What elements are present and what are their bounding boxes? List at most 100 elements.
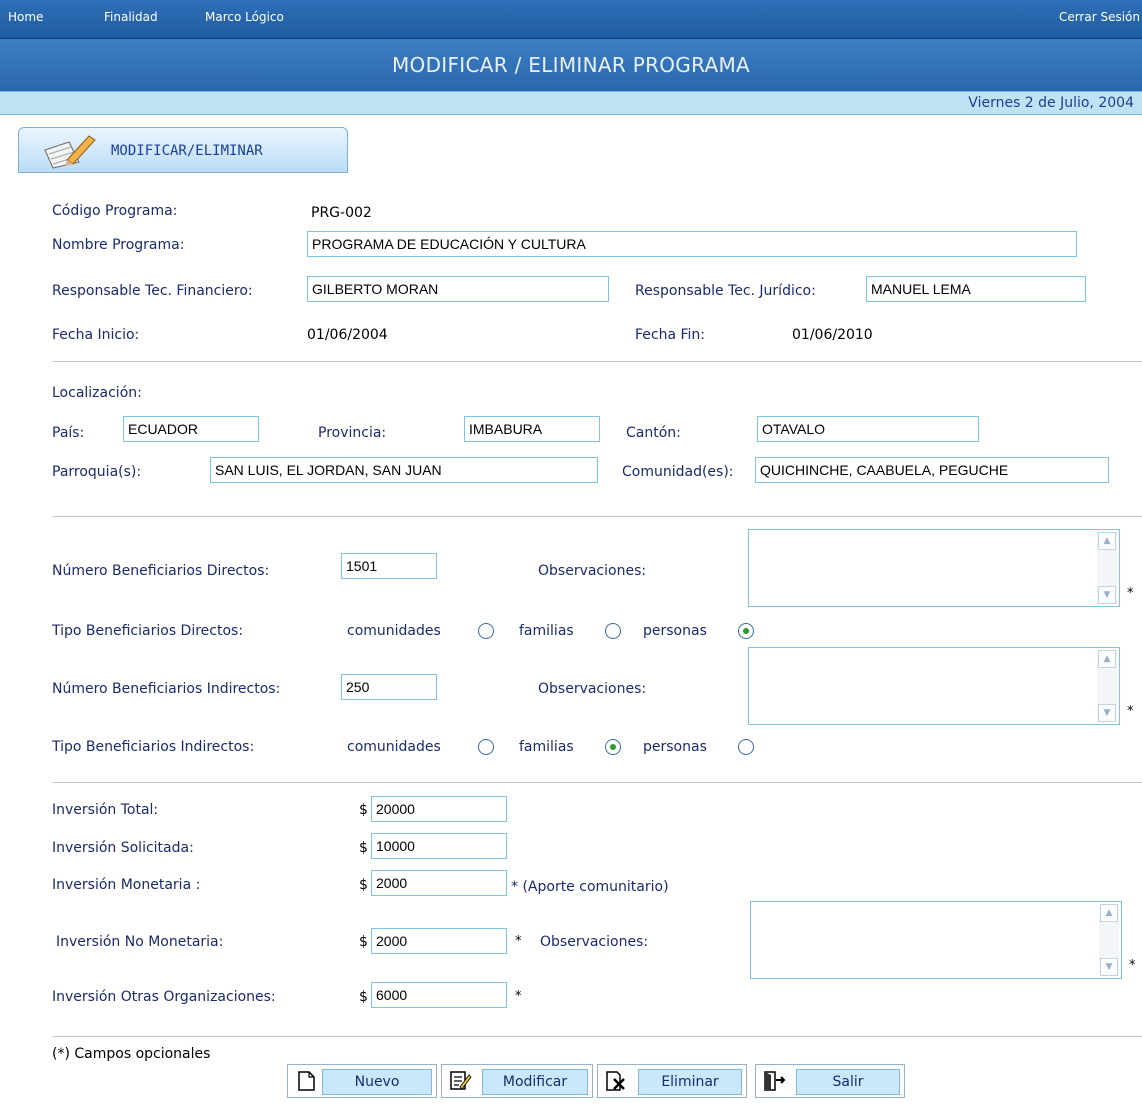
resp-juridico-input[interactable]: MANUEL LEMA	[866, 276, 1086, 302]
resp-juridico-label: Responsable Tec. Jurídico:	[635, 283, 816, 299]
eliminar-button-label: Eliminar	[638, 1069, 742, 1095]
currency-symbol: $	[359, 989, 368, 1005]
footer-note: (*) Campos opcionales	[52, 1046, 211, 1062]
radio-directos-comunidades[interactable]	[478, 623, 494, 639]
salir-button[interactable]: Salir	[755, 1064, 905, 1098]
inversion-monetaria-input[interactable]: 2000	[371, 870, 507, 896]
inversion-monetaria-label: Inversión Monetaria :	[52, 877, 201, 893]
divider	[52, 782, 1142, 783]
scroll-down-icon[interactable]: ▼	[1098, 704, 1116, 722]
benef-directos-input[interactable]: 1501	[341, 553, 437, 579]
benef-directos-label: Número Beneficiarios Directos:	[52, 563, 270, 579]
codigo-value: PRG-002	[311, 205, 372, 221]
benef-indirectos-label: Número Beneficiarios Indirectos:	[52, 681, 281, 697]
opt-personas-label: personas	[643, 739, 707, 755]
tipo-directos-label: Tipo Beneficiarios Directos:	[52, 623, 244, 639]
optional-star: *	[1127, 586, 1134, 601]
divider	[52, 1036, 1142, 1037]
fecha-inicio-value: 01/06/2004	[307, 327, 388, 343]
nav-logout[interactable]: Cerrar Sesión	[1059, 10, 1140, 24]
tab-modificar-eliminar[interactable]: MODIFICAR/ELIMINAR	[18, 127, 348, 173]
inversion-no-monetaria-label: Inversión No Monetaria:	[56, 934, 224, 950]
divider	[52, 516, 1142, 517]
new-document-icon	[298, 1071, 315, 1091]
benef-indirectos-input[interactable]: 250	[341, 674, 437, 700]
tipo-indirectos-label: Tipo Beneficiarios Indirectos:	[52, 739, 255, 755]
codigo-label: Código Programa:	[52, 203, 178, 219]
optional-star: *	[515, 934, 522, 949]
fecha-fin-label: Fecha Fin:	[635, 327, 706, 343]
tab-label: MODIFICAR/ELIMINAR	[111, 143, 263, 159]
edit-document-icon	[450, 1071, 472, 1090]
optional-star: *	[1129, 958, 1136, 973]
opt-familias-label: familias	[519, 623, 574, 639]
salir-button-label: Salir	[796, 1069, 900, 1095]
provincia-input[interactable]: IMBABURA	[464, 416, 600, 442]
observaciones-inversion-textarea[interactable]: ▲ ▼	[750, 901, 1122, 979]
opt-familias-label: familias	[519, 739, 574, 755]
nombre-label: Nombre Programa:	[52, 237, 185, 253]
observaciones-indirectos-textarea[interactable]: ▲ ▼	[748, 647, 1120, 725]
observaciones-label: Observaciones:	[538, 563, 647, 579]
optional-star: *	[515, 989, 522, 1004]
nombre-input[interactable]: PROGRAMA DE EDUCACIÓN Y CULTURA	[307, 231, 1077, 257]
scroll-up-icon[interactable]: ▲	[1100, 904, 1118, 922]
inversion-total-input[interactable]: 20000	[371, 796, 507, 822]
modificar-button[interactable]: Modificar	[441, 1064, 593, 1098]
resp-financiero-label: Responsable Tec. Financiero:	[52, 283, 253, 299]
current-date: Viernes 2 de Julio, 2004	[968, 95, 1134, 111]
inversion-no-monetaria-input[interactable]: 2000	[371, 928, 507, 954]
nav-marco-logico[interactable]: Marco Lógico	[205, 10, 284, 24]
radio-indirectos-familias[interactable]	[605, 739, 621, 755]
radio-indirectos-personas[interactable]	[738, 739, 754, 755]
nav-home[interactable]: Home	[8, 10, 43, 24]
inversion-otras-input[interactable]: 6000	[371, 982, 507, 1008]
inversion-otras-label: Inversión Otras Organizaciones:	[52, 989, 276, 1005]
notepad-pencil-icon	[44, 135, 96, 169]
currency-symbol: $	[359, 934, 368, 950]
currency-symbol: $	[359, 802, 368, 818]
pais-label: País:	[52, 425, 85, 441]
eliminar-button[interactable]: Eliminar	[597, 1064, 747, 1098]
fecha-inicio-label: Fecha Inicio:	[52, 327, 140, 343]
resp-financiero-input[interactable]: GILBERTO MORAN	[307, 276, 609, 302]
inversion-total-label: Inversión Total:	[52, 802, 159, 818]
canton-input[interactable]: OTAVALO	[757, 416, 979, 442]
inversion-solicitada-input[interactable]: 10000	[371, 833, 507, 859]
top-nav: Home Finalidad Marco Lógico Cerrar Sesió…	[0, 0, 1142, 39]
currency-symbol: $	[359, 877, 368, 893]
opt-comunidades-label: comunidades	[347, 739, 441, 755]
provincia-label: Provincia:	[318, 425, 387, 441]
observaciones-label: Observaciones:	[540, 934, 649, 950]
scroll-up-icon[interactable]: ▲	[1098, 532, 1116, 550]
aporte-note: * (Aporte comunitario)	[511, 879, 669, 895]
parroquia-input[interactable]: SAN LUIS, EL JORDAN, SAN JUAN	[210, 457, 598, 483]
divider	[52, 361, 1142, 362]
radio-indirectos-comunidades[interactable]	[478, 739, 494, 755]
optional-star: *	[1127, 704, 1134, 719]
radio-directos-personas[interactable]	[738, 623, 754, 639]
radio-directos-familias[interactable]	[605, 623, 621, 639]
scroll-down-icon[interactable]: ▼	[1098, 586, 1116, 604]
scroll-down-icon[interactable]: ▼	[1100, 958, 1118, 976]
scrollbar[interactable]: ▲ ▼	[1097, 532, 1117, 604]
pais-input[interactable]: ECUADOR	[123, 416, 259, 442]
modificar-button-label: Modificar	[482, 1069, 588, 1095]
inversion-solicitada-label: Inversión Solicitada:	[52, 840, 194, 856]
opt-personas-label: personas	[643, 623, 707, 639]
date-bar: Viernes 2 de Julio, 2004	[0, 91, 1142, 115]
fecha-fin-value: 01/06/2010	[792, 327, 873, 343]
nav-finalidad[interactable]: Finalidad	[104, 10, 158, 24]
localizacion-title: Localización:	[52, 385, 142, 401]
exit-door-icon	[764, 1071, 786, 1091]
comunidad-input[interactable]: QUICHINCHE, CAABUELA, PEGUCHE	[755, 457, 1109, 483]
observaciones-directos-textarea[interactable]: ▲ ▼	[748, 529, 1120, 607]
canton-label: Cantón:	[626, 425, 681, 441]
nuevo-button[interactable]: Nuevo	[287, 1064, 437, 1098]
scrollbar[interactable]: ▲ ▼	[1097, 650, 1117, 722]
nuevo-button-label: Nuevo	[322, 1069, 432, 1095]
currency-symbol: $	[359, 840, 368, 856]
scrollbar[interactable]: ▲ ▼	[1099, 904, 1119, 976]
scroll-up-icon[interactable]: ▲	[1098, 650, 1116, 668]
parroquia-label: Parroquia(s):	[52, 464, 142, 480]
